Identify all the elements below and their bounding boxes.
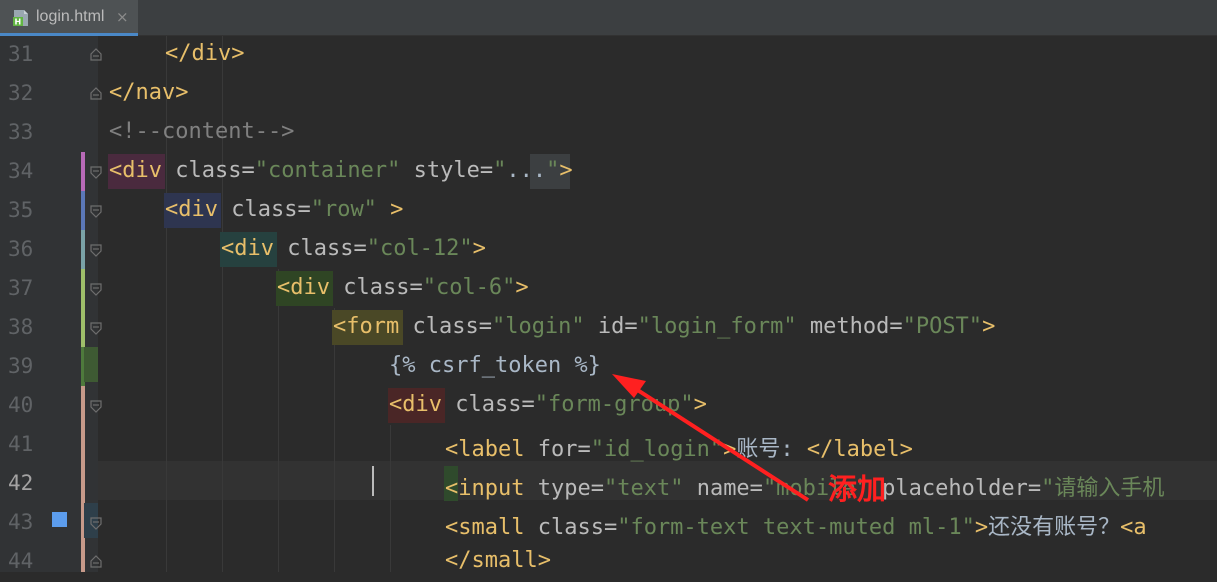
annotation-label: 添加 <box>828 472 887 506</box>
annotation-arrow <box>612 374 810 502</box>
arrow-shaft <box>620 378 810 502</box>
